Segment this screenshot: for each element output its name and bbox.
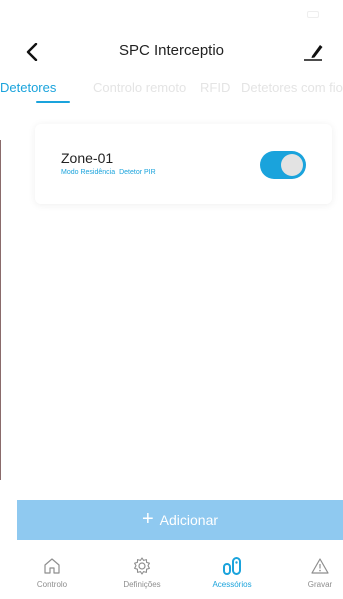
status-right	[303, 10, 319, 18]
nav-bar: SPC Interceptio	[0, 32, 343, 72]
device-card[interactable]: Zone-01 Modo Residência Detetor PIR	[35, 124, 332, 204]
bottom-nav-label: Controlo	[36, 580, 68, 589]
gear-icon	[134, 557, 150, 575]
device-name: Zone-01	[61, 150, 114, 166]
bottom-nav-acessorios[interactable]: Acessórios	[197, 556, 267, 589]
page-title: SPC Interceptio	[118, 42, 225, 59]
bottom-nav-label: Acessórios	[212, 580, 252, 589]
add-button[interactable]: + Adicionar	[17, 500, 343, 540]
battery-icon	[307, 10, 319, 18]
bottom-nav-label: Definições	[123, 580, 161, 589]
warning-icon	[311, 558, 329, 574]
active-tab-indicator	[36, 101, 70, 103]
add-button-label: Adicionar	[159, 512, 219, 528]
device-type: Detetor PIR	[119, 169, 156, 176]
bottom-nav-controlo[interactable]: Controlo	[17, 556, 87, 589]
home-icon	[44, 558, 60, 574]
edit-button[interactable]	[299, 38, 327, 66]
device-enable-toggle[interactable]	[260, 151, 306, 179]
tab-controlo-remoto[interactable]: Controlo remoto	[93, 80, 186, 95]
tab-detetores-com-fio[interactable]: Detetores com fio	[241, 80, 343, 95]
tab-rfid[interactable]: RFID	[200, 80, 230, 95]
device-meta: Modo Residência Detetor PIR	[61, 169, 156, 176]
device-mode: Modo Residência	[61, 169, 116, 176]
toggle-knob	[281, 154, 303, 176]
bottom-nav: Controlo Definições Acessórios Gravar	[17, 546, 343, 599]
plus-icon: +	[141, 508, 154, 530]
bottom-nav-definicoes[interactable]: Definições	[107, 556, 177, 589]
bottom-nav-label: Gravar	[307, 580, 333, 589]
status-bar	[0, 0, 343, 28]
edit-pencil-icon	[304, 45, 323, 61]
accessories-icon	[223, 557, 241, 575]
screen-edge-line	[0, 140, 1, 480]
bottom-nav-gravar[interactable]: Gravar	[285, 556, 343, 589]
tab-detetores[interactable]: Detetores	[0, 80, 56, 95]
